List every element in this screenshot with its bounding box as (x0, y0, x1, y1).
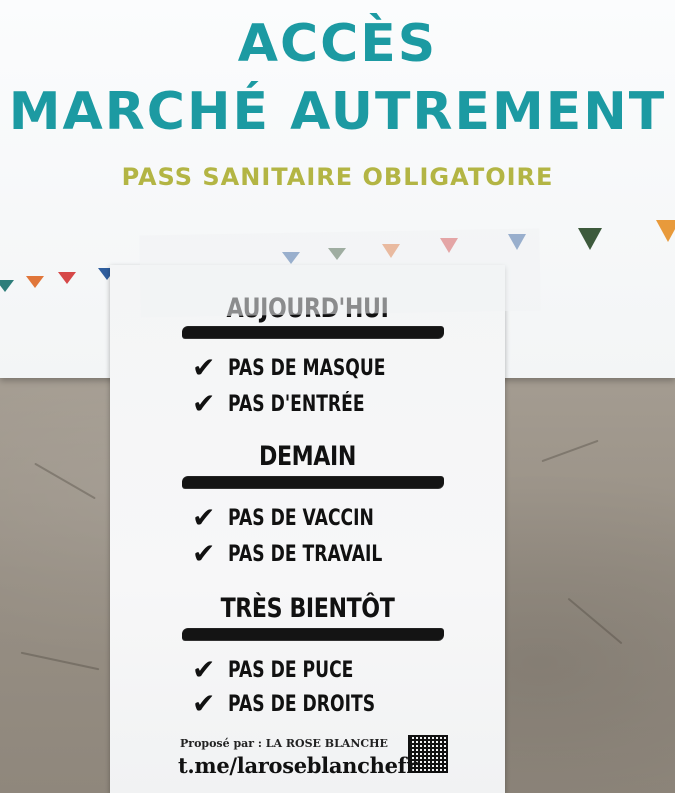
adhesive-tape (139, 228, 541, 318)
list-item: ✔ PAS D'ENTRÉE (192, 387, 365, 420)
check-icon: ✔ (192, 537, 216, 570)
list-item: ✔ PAS DE MASQUE (192, 351, 386, 384)
bunting-flag (656, 220, 675, 242)
list-item: ✔ PAS DE DROITS (192, 687, 376, 720)
section-heading-very-soon: TRÈS BIENTÔT (220, 593, 395, 624)
list-item: ✔ PAS DE TRAVAIL (192, 537, 383, 570)
poster-title-line1: ACCÈS (237, 14, 438, 74)
check-icon: ✔ (192, 387, 216, 420)
check-icon: ✔ (192, 687, 216, 720)
bunting-flag (578, 228, 602, 250)
check-icon: ✔ (192, 351, 216, 384)
list-item: ✔ PAS DE VACCIN (192, 501, 374, 534)
qr-code-icon (408, 735, 448, 773)
wall-crack (541, 439, 599, 463)
bunting-flag (26, 276, 44, 288)
check-icon: ✔ (192, 501, 216, 534)
brush-stroke-divider (182, 477, 444, 488)
check-icon: ✔ (192, 653, 216, 686)
bunting-flag (0, 280, 14, 292)
section-heading-tomorrow: DEMAIN (259, 441, 356, 472)
brush-stroke-divider (182, 629, 444, 640)
bunting-flag (58, 272, 76, 284)
brush-stroke-divider (182, 327, 444, 338)
protest-flyer: AUJOURD'HUI ✔ PAS DE MASQUE ✔ PAS D'ENTR… (110, 265, 505, 793)
flyer-credit: Proposé par : LA ROSE BLANCHE (180, 737, 388, 750)
poster-title-line2: MARCHÉ AUTREMENT (8, 82, 667, 142)
wall-crack (567, 597, 623, 645)
wall-crack (20, 651, 100, 671)
poster-subtitle: PASS SANITAIRE OBLIGATOIRE (121, 163, 554, 191)
wall-crack (34, 462, 96, 500)
telegram-link: t.me/laroseblanchefr (178, 753, 418, 778)
list-item: ✔ PAS DE PUCE (192, 653, 354, 686)
